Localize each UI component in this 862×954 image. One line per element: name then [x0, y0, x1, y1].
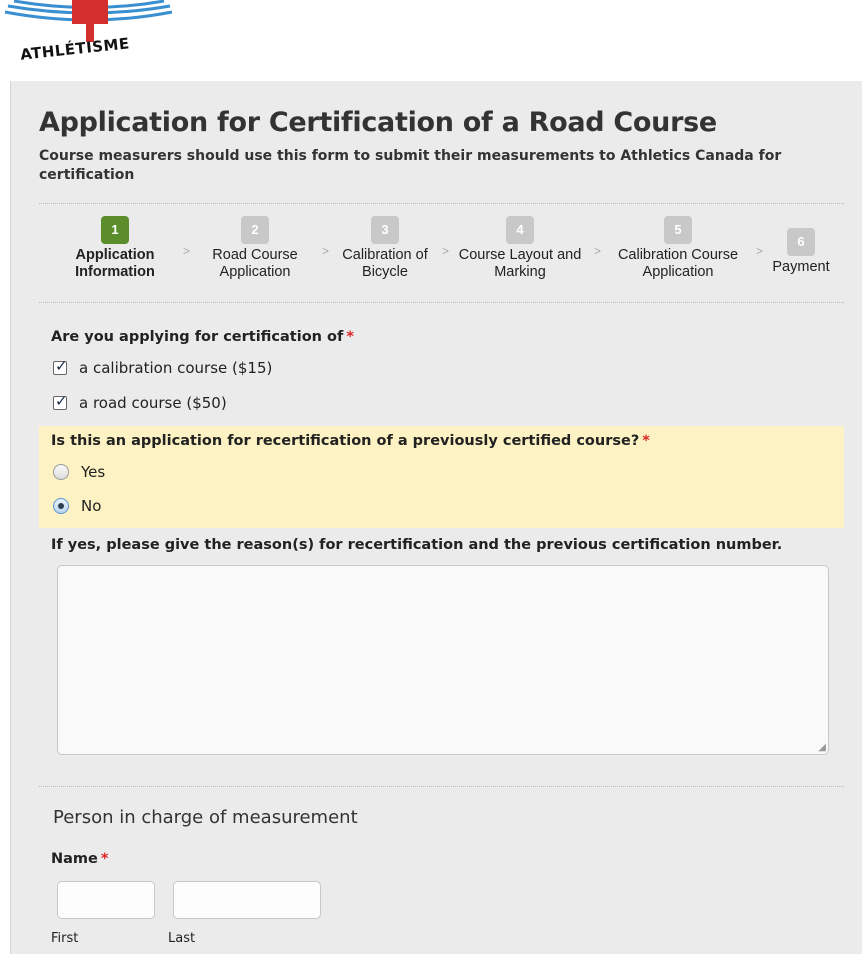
certification-question: Are you applying for certification of *: [51, 329, 354, 345]
step-label: Road Course Application: [212, 247, 298, 280]
calibration-course-checkbox[interactable]: ✓: [53, 357, 68, 375]
step-number: 6: [787, 228, 815, 256]
field-label-text: Name: [51, 851, 98, 867]
step-number: 1: [101, 216, 129, 244]
first-name-label: First: [51, 931, 79, 946]
step-number: 5: [664, 216, 692, 244]
option-label: No: [81, 497, 102, 515]
option-label: a road course ($50): [79, 394, 227, 412]
page-subtitle: Course measurers should use this form to…: [39, 148, 782, 183]
step-number: 4: [506, 216, 534, 244]
step-separator: >: [183, 244, 191, 258]
step-label: Calibration Course Application: [617, 247, 739, 280]
step-separator: >: [322, 244, 330, 258]
progress-steps: 1 Application Information > 2 Road Cours…: [11, 216, 862, 296]
required-marker: *: [100, 851, 109, 867]
last-name-input[interactable]: [173, 881, 321, 919]
option-label: a calibration course ($15): [79, 359, 273, 377]
step-1[interactable]: 1 Application Information: [55, 216, 175, 281]
recert-yes-radio[interactable]: [53, 464, 69, 480]
recert-no-option[interactable]: No: [53, 497, 101, 515]
step-separator: >: [756, 244, 764, 258]
required-marker: *: [346, 329, 354, 345]
section-heading: Person in charge of measurement: [53, 807, 358, 828]
option-label: Yes: [81, 463, 106, 481]
step-2[interactable]: 2 Road Course Application: [201, 216, 309, 281]
recertification-question: Is this an application for recertificati…: [51, 433, 650, 449]
step-number: 3: [371, 216, 399, 244]
last-name-label: Last: [168, 931, 196, 946]
step-label: Course Layout and Marking: [458, 247, 582, 280]
step-6[interactable]: 6 Payment: [763, 228, 839, 276]
divider-section: [39, 786, 844, 787]
step-5[interactable]: 5 Calibration Course Application: [608, 216, 748, 281]
recert-yes-option[interactable]: Yes: [53, 463, 105, 481]
recert-no-radio[interactable]: [53, 498, 69, 514]
calibration-course-option[interactable]: ✓ a calibration course ($15): [53, 357, 273, 377]
question-text: Is this an application for recertificati…: [51, 433, 640, 449]
divider-top: [39, 203, 844, 204]
step-separator: >: [442, 244, 450, 258]
reason-label: If yes, please give the reason(s) for re…: [51, 537, 783, 553]
step-3[interactable]: 3 Calibration of Bicycle: [333, 216, 437, 281]
athletisme-logo: ATHLÉTISME: [0, 0, 190, 82]
step-label: Payment: [772, 259, 830, 275]
resize-handle-icon[interactable]: ◢: [818, 742, 826, 753]
checkmark-icon: ✓: [55, 357, 68, 375]
required-marker: *: [642, 433, 650, 449]
road-course-option[interactable]: ✓ a road course ($50): [53, 392, 227, 412]
name-label: Name *: [51, 851, 108, 867]
first-name-input[interactable]: [57, 881, 155, 919]
checkmark-icon: ✓: [55, 392, 68, 410]
step-label: Calibration of Bicycle: [342, 247, 428, 280]
divider-steps: [39, 302, 844, 303]
reason-textarea[interactable]: ◢: [57, 565, 829, 755]
question-text: Are you applying for certification of: [51, 329, 344, 345]
step-number: 2: [241, 216, 269, 244]
step-4[interactable]: 4 Course Layout and Marking: [451, 216, 589, 281]
step-label: Application Information: [75, 247, 155, 280]
road-course-checkbox[interactable]: ✓: [53, 392, 68, 410]
step-separator: >: [594, 244, 602, 258]
form-panel: Application for Certification of a Road …: [10, 81, 862, 954]
page-title: Application for Certification of a Road …: [39, 107, 717, 138]
